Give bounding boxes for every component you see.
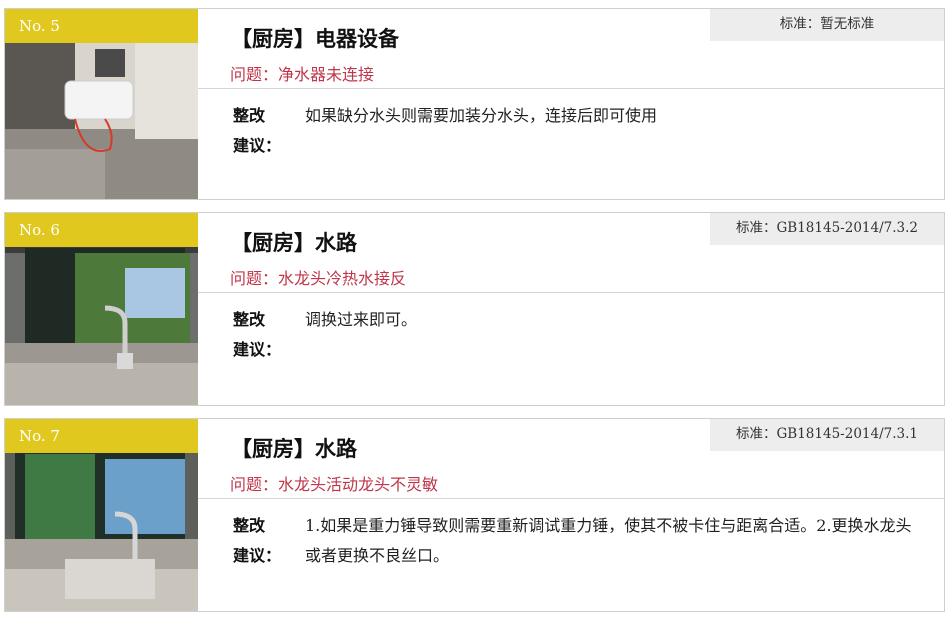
advice-label: 整改 建议：	[233, 101, 281, 161]
standard-badge: 标准：GB18145-2014/7.3.1	[710, 419, 944, 451]
standard-badge: 标准：暂无标准	[710, 9, 944, 41]
divider	[198, 498, 944, 499]
advice-label: 整改 建议：	[233, 511, 281, 571]
standard-badge: 标准：GB18145-2014/7.3.2	[710, 213, 944, 245]
issue-card-6: No. 6 【厨房】水路 标准：GB18145-2014/7.3.2 问题：水龙…	[4, 212, 945, 406]
advice-label: 整改 建议：	[233, 305, 281, 365]
advice-label-line1: 整改	[233, 516, 266, 535]
advice-label-line1: 整改	[233, 106, 266, 125]
issue-number: No. 7	[19, 427, 60, 445]
divider	[198, 292, 944, 293]
issue-title: 【厨房】水路	[231, 231, 357, 255]
issue-description: 问题：净水器未连接	[230, 65, 375, 84]
issue-number: No. 5	[19, 17, 60, 35]
advice-label-line1: 整改	[233, 310, 266, 329]
advice-text: 调换过来即可。	[305, 310, 418, 329]
advice-text: 1.如果是重力锤导致则需要重新调试重力锤，使其不被卡住与距离合适。2.更换水龙头…	[305, 516, 912, 565]
advice-label-line2: 建议：	[233, 136, 282, 155]
issue-card-5: No. 5 【厨房】电器设备 标准：暂无标准 问题：净水器未连接 整改 建议： …	[4, 8, 945, 200]
issue-title: 【厨房】水路	[231, 437, 357, 461]
issue-description: 问题：水龙头活动龙头不灵敏	[230, 475, 439, 494]
divider	[198, 88, 944, 89]
advice-label-line2: 建议：	[233, 340, 282, 359]
issue-description: 问题：水龙头冷热水接反	[230, 269, 407, 288]
advice-text: 如果缺分水头则需要加装分水头，连接后即可使用	[305, 106, 658, 125]
issue-number: No. 6	[19, 221, 60, 239]
issue-card-7: No. 7 【厨房】水路 标准：GB18145-2014/7.3.1 问题：水龙…	[4, 418, 945, 612]
issue-title: 【厨房】电器设备	[231, 27, 399, 51]
advice-label-line2: 建议：	[233, 546, 282, 565]
